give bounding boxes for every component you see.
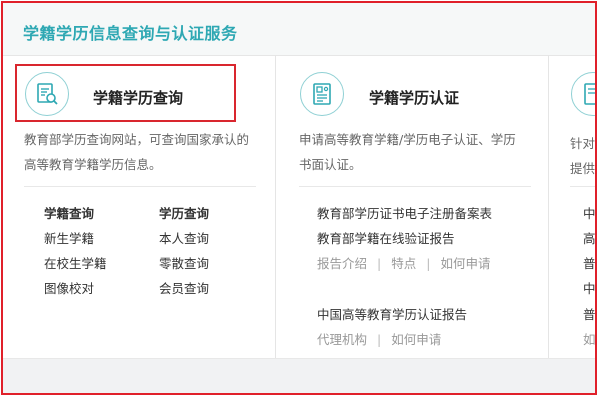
card-desc-line1: 针对境 — [570, 136, 596, 151]
link-image-verification[interactable]: 图像校对 — [44, 278, 94, 297]
bottom-band — [3, 358, 595, 393]
card-third-clipped: 针对境 提供的 中等 高等 普通 中等 普通 如何 — [548, 55, 596, 364]
card-desc-line1: 申请高等教育学籍/学历电子认证、学历 — [299, 132, 516, 147]
section-header: 学籍学历信息查询与认证服务 — [3, 3, 595, 56]
card-title-certification[interactable]: 学籍学历认证 — [369, 87, 459, 108]
divider — [24, 186, 256, 187]
link-single-query[interactable]: 零散查询 — [159, 253, 209, 272]
list-item[interactable]: 普通 — [583, 304, 595, 323]
link-new-student-record[interactable]: 新生学籍 — [44, 228, 94, 247]
link-online-verification-report[interactable]: 教育部学籍在线验证报告 — [317, 228, 455, 247]
link-features[interactable]: 特点 — [391, 256, 416, 271]
list-item[interactable]: 如何 — [583, 329, 595, 348]
link-how-to-apply-2[interactable]: 如何申请 — [391, 332, 441, 347]
list-item[interactable]: 高等 — [583, 228, 595, 247]
link-report-intro[interactable]: 报告介绍 — [317, 256, 367, 271]
search-document-icon[interactable] — [25, 72, 69, 116]
card-query: 学籍学历查询 教育部学历查询网站，可查询国家承认的 高等教育学籍学历信息。 学籍… — [3, 55, 275, 364]
service-panel: 学籍学历信息查询与认证服务 学籍学历查询 教育部学历查询网站，可查询国家承认的 … — [1, 1, 597, 395]
card-desc-line2: 提供的 — [570, 161, 596, 176]
list-item[interactable]: 中等 — [583, 278, 595, 297]
separator: | — [377, 256, 382, 271]
link-diploma-registration-form[interactable]: 教育部学历证书电子注册备案表 — [317, 203, 492, 222]
certificate-icon[interactable] — [300, 72, 344, 116]
card-desc-line2: 高等教育学籍学历信息。 — [24, 157, 162, 172]
link-how-to-apply[interactable]: 如何申请 — [440, 256, 490, 271]
divider — [299, 186, 531, 187]
card-desc-line1: 教育部学历查询网站，可查询国家承认的 — [24, 132, 250, 147]
heading-xueli-query: 学历查询 — [159, 206, 210, 221]
card-title-query[interactable]: 学籍学历查询 — [93, 87, 183, 108]
list-item[interactable]: 中等 — [583, 203, 595, 222]
link-china-degree-report[interactable]: 中国高等教育学历认证报告 — [317, 304, 467, 323]
link-member-query[interactable]: 会员查询 — [159, 278, 209, 297]
divider — [570, 186, 595, 187]
link-agencies[interactable]: 代理机构 — [317, 332, 367, 347]
degree-sublinks: 代理机构 | 如何申请 — [317, 329, 441, 348]
link-current-student-record[interactable]: 在校生学籍 — [44, 253, 107, 272]
section-title: 学籍学历信息查询与认证服务 — [23, 24, 238, 43]
document-icon[interactable] — [571, 72, 595, 116]
card-desc-line2: 书面认证。 — [299, 157, 362, 172]
list-item[interactable]: 普通 — [583, 253, 595, 272]
separator: | — [426, 256, 431, 271]
separator: | — [377, 332, 382, 347]
link-self-query[interactable]: 本人查询 — [159, 228, 209, 247]
heading-xueji-query: 学籍查询 — [44, 206, 95, 221]
card-certification: 学籍学历认证 申请高等教育学籍/学历电子认证、学历 书面认证。 教育部学历证书电… — [275, 55, 548, 364]
report-sublinks: 报告介绍 | 特点 | 如何申请 — [317, 253, 490, 272]
